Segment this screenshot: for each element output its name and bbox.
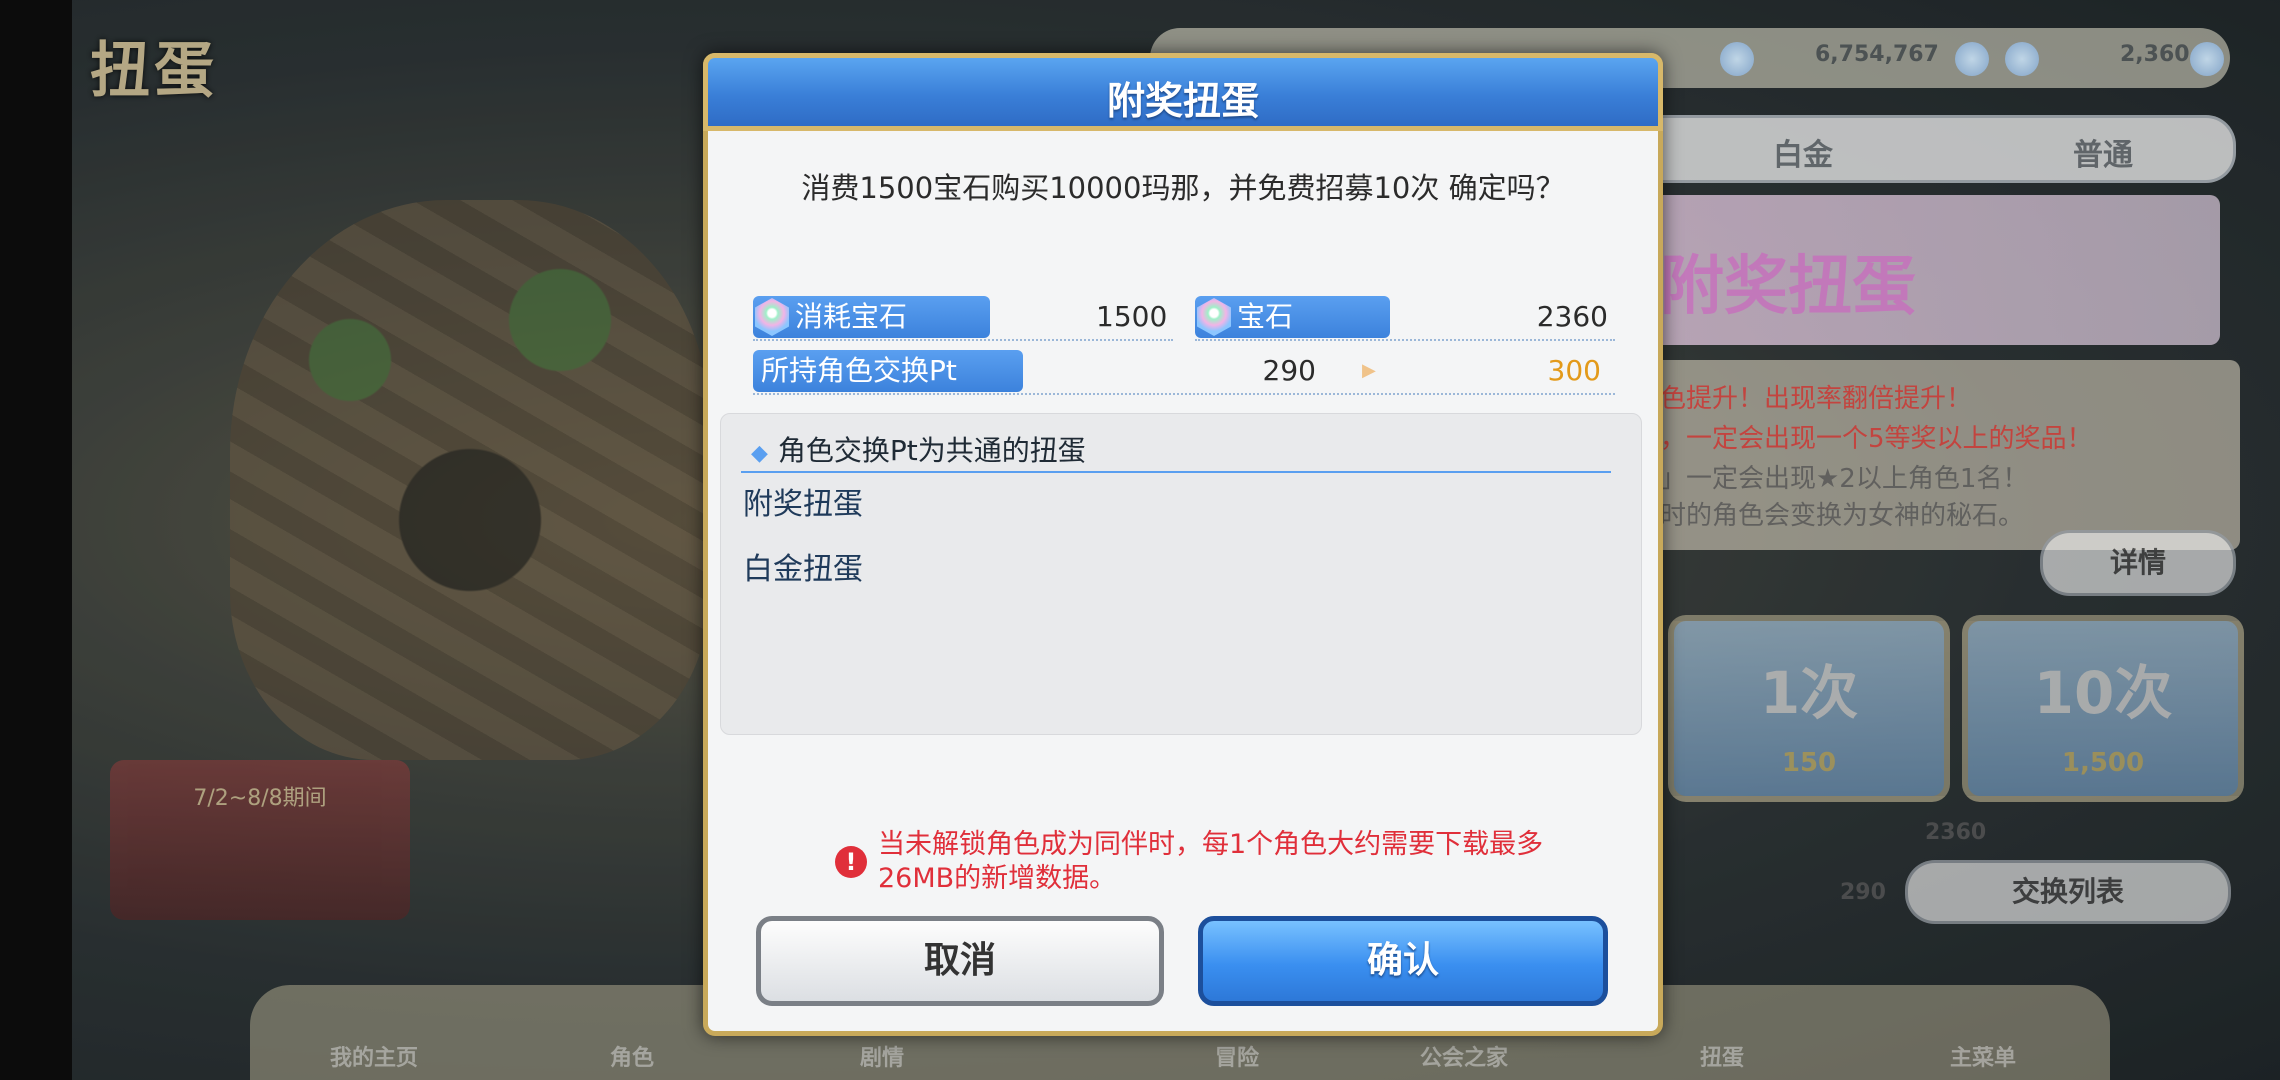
cost-gem-label: 消耗宝石 bbox=[795, 300, 908, 333]
warning-icon: ! bbox=[835, 846, 867, 878]
gem-amount: 2,360 bbox=[2120, 42, 2190, 67]
nav-character[interactable]: 角色 bbox=[610, 1040, 654, 1072]
dotted-divider bbox=[753, 393, 1615, 395]
exchange-pt-before: 290 bbox=[1262, 354, 1316, 387]
info-heading-text: 角色交换Pt为共通的扭蛋 bbox=[777, 434, 1086, 467]
dotted-divider bbox=[1195, 339, 1615, 341]
info-underline bbox=[741, 471, 1611, 473]
gacha-tab-row: 白金 普通 bbox=[1600, 115, 2236, 183]
side-gem-value: 2360 bbox=[1925, 820, 1987, 845]
nav-guild[interactable]: 公会之家 bbox=[1420, 1040, 1508, 1072]
info-item-bonus-gacha: 附奖扭蛋 bbox=[743, 487, 863, 522]
bonus-gacha-banner: 附奖扭蛋 bbox=[1640, 195, 2220, 345]
dialog-title: 附奖扭蛋 bbox=[1106, 79, 1259, 123]
nav-home[interactable]: 我的主页 bbox=[330, 1040, 418, 1072]
tab-normal[interactable]: 普通 bbox=[2073, 130, 2133, 174]
owned-gem-label: 宝石 bbox=[1237, 300, 1294, 333]
gacha-1x-label: 1次 bbox=[1759, 659, 1859, 727]
add-gem-icon[interactable] bbox=[2190, 42, 2224, 76]
gem-resource-icon bbox=[2005, 42, 2039, 76]
arrow-right-icon: ▶ bbox=[1362, 360, 1376, 381]
dialog-header: 附奖扭蛋 bbox=[703, 53, 1663, 131]
exchange-pt-label: 所持角色交换Pt bbox=[761, 354, 957, 387]
owned-gem-label-box: 宝石 bbox=[1195, 296, 1390, 338]
detail-button[interactable]: 详情 bbox=[2040, 530, 2236, 596]
shared-pt-info-box: ◆ 角色交换Pt为共通的扭蛋 附奖扭蛋 白金扭蛋 bbox=[720, 413, 1642, 735]
info-line-2: ，一定会出现一个5等奖以上的奖品！ bbox=[1660, 424, 2093, 454]
event-banner-text: 7/2~8/8期间 bbox=[193, 786, 327, 811]
add-mana-icon[interactable] bbox=[1955, 42, 1989, 76]
golem-character-art bbox=[230, 200, 710, 760]
info-line-3: 」一定会出现★2以上角色1名！ bbox=[1660, 464, 2029, 494]
gem-icon bbox=[1197, 298, 1231, 336]
exchange-pt-label-box: 所持角色交换Pt bbox=[753, 350, 1023, 392]
info-line-4: 时的角色会变换为女神的秘石。 bbox=[1660, 501, 2025, 531]
nav-quest[interactable]: 冒险 bbox=[1215, 1040, 1259, 1072]
exchange-pt-after: 300 bbox=[1547, 354, 1601, 387]
gacha-10x-label: 10次 bbox=[2033, 659, 2173, 727]
info-item-platinum-gacha: 白金扭蛋 bbox=[743, 552, 863, 587]
info-line-1: 色提升！出现率翻倍提升！ bbox=[1660, 384, 1973, 414]
confirm-question: 消费1500宝石购买10000玛那，并免费招募10次 确定吗？ bbox=[801, 171, 1565, 205]
nav-menu[interactable]: 主菜单 bbox=[1950, 1040, 2016, 1072]
nav-story[interactable]: 剧情 bbox=[860, 1040, 904, 1072]
nav-gacha[interactable]: 扭蛋 bbox=[1700, 1040, 1744, 1072]
cancel-button[interactable]: 取消 bbox=[756, 916, 1164, 1006]
info-heading: ◆ 角色交换Pt为共通的扭蛋 bbox=[751, 429, 1086, 469]
tab-platinum[interactable]: 白金 bbox=[1773, 130, 1833, 174]
mana-icon bbox=[1720, 42, 1754, 76]
gem-icon bbox=[755, 298, 789, 336]
confirm-button[interactable]: 确认 bbox=[1198, 916, 1608, 1006]
download-warning: ! 当未解锁角色成为同伴时，每1个角色大约需要下载最多26MB的新增数据。 bbox=[835, 828, 1578, 896]
screen-title: 扭蛋 bbox=[90, 36, 218, 106]
gacha-1x-cost: 150 bbox=[1781, 748, 1837, 778]
cost-gem-label-box: 消耗宝石 bbox=[753, 296, 990, 338]
left-letterbox bbox=[0, 0, 72, 1080]
dotted-divider bbox=[753, 339, 1173, 341]
exchange-list-button[interactable]: 交换列表 bbox=[1905, 860, 2231, 924]
banner-title: 附奖扭蛋 bbox=[1660, 250, 1916, 324]
event-banner[interactable]: 7/2~8/8期间 bbox=[110, 760, 410, 920]
gacha-1x-button[interactable]: 1次 150 bbox=[1668, 615, 1950, 802]
gacha-info-panel: 色提升！出现率翻倍提升！ ，一定会出现一个5等奖以上的奖品！ 」一定会出现★2以… bbox=[1640, 360, 2240, 550]
mana-amount: 6,754,767 bbox=[1815, 42, 1939, 67]
diamond-bullet-icon: ◆ bbox=[751, 441, 768, 466]
confirm-dialog: 附奖扭蛋 消费1500宝石购买10000玛那，并免费招募10次 确定吗？ 消耗宝… bbox=[703, 53, 1663, 1036]
owned-gem-value: 2360 bbox=[1536, 300, 1608, 333]
gacha-10x-cost: 1,500 bbox=[2061, 748, 2145, 778]
gacha-10x-button[interactable]: 10次 1,500 bbox=[1962, 615, 2244, 802]
cost-gem-value: 1500 bbox=[1096, 300, 1168, 333]
download-warning-text: 当未解锁角色成为同伴时，每1个角色大约需要下载最多26MB的新增数据。 bbox=[878, 829, 1544, 894]
side-pt-value: 290 bbox=[1840, 880, 1886, 905]
